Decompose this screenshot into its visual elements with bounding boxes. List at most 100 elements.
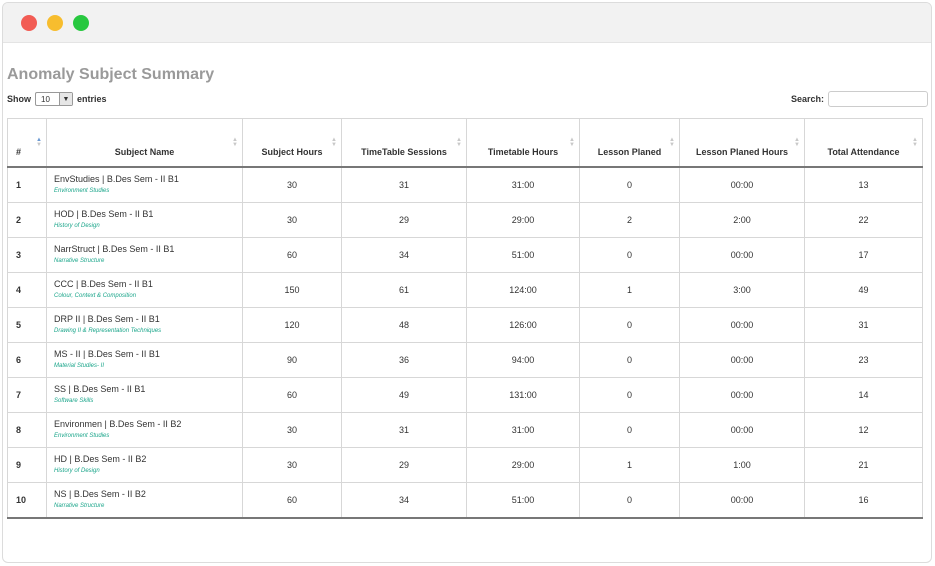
cell-subject-hours: 30 xyxy=(242,412,342,448)
maximize-window-button[interactable] xyxy=(73,15,89,31)
subject-name: HOD | B.Des Sem - II B1 xyxy=(54,208,154,219)
cell-timetable-sessions: 31 xyxy=(341,166,467,203)
subject-full-name: History of Design xyxy=(54,222,100,229)
subject-name: NS | B.Des Sem - II B2 xyxy=(54,488,146,499)
cell-timetable-sessions: 49 xyxy=(341,377,467,413)
cell-lesson-planed: 0 xyxy=(579,307,680,343)
cell-lesson-planed: 0 xyxy=(579,412,680,448)
sort-icon: ▲ ▼ xyxy=(669,136,675,148)
cell-number: 3 xyxy=(7,237,47,273)
cell-number: 10 xyxy=(7,482,47,519)
cell-total-attendance: 31 xyxy=(804,307,923,343)
cell-timetable-hours: 124:00 xyxy=(466,272,580,308)
subject-full-name: Environment Studies xyxy=(54,187,110,194)
cell-timetable-hours: 94:00 xyxy=(466,342,580,378)
cell-subject-hours: 30 xyxy=(242,202,342,238)
cell-subject: EnvStudies | B.Des Sem - II B1 Environmen… xyxy=(46,166,243,203)
subject-full-name: Material Studies- II xyxy=(54,362,105,369)
cell-lesson-planed-hours: 3:00 xyxy=(679,272,805,308)
minimize-window-button[interactable] xyxy=(47,15,63,31)
cell-timetable-hours: 131:00 xyxy=(466,377,580,413)
entries-label: entries xyxy=(77,94,107,104)
cell-lesson-planed: 0 xyxy=(579,237,680,273)
cell-subject-hours: 60 xyxy=(242,482,342,519)
cell-total-attendance: 23 xyxy=(804,342,923,378)
cell-timetable-sessions: 36 xyxy=(341,342,467,378)
cell-timetable-hours: 29:00 xyxy=(466,447,580,483)
subject-name: HD | B.Des Sem - II B2 xyxy=(54,453,147,464)
subject-full-name: Drawing II & Representation Techniques xyxy=(54,327,162,334)
cell-subject-hours: 150 xyxy=(242,272,342,308)
chevron-down-icon[interactable]: ▼ xyxy=(59,93,72,105)
show-label: Show xyxy=(7,94,31,104)
cell-lesson-planed: 0 xyxy=(579,342,680,378)
column-header-subject-name[interactable]: Subject Name ▲ ▼ xyxy=(46,118,243,168)
cell-subject-hours: 30 xyxy=(242,166,342,203)
cell-subject-hours: 30 xyxy=(242,447,342,483)
cell-lesson-planed: 2 xyxy=(579,202,680,238)
subject-full-name: Narrative Structure xyxy=(54,257,105,264)
cell-lesson-planed-hours: 00:00 xyxy=(679,307,805,343)
cell-lesson-planed: 0 xyxy=(579,166,680,203)
column-header-lesson-planed[interactable]: Lesson Planed ▲ ▼ xyxy=(579,118,680,168)
cell-timetable-sessions: 48 xyxy=(341,307,467,343)
length-control: Show 10 ▼ entries xyxy=(7,92,107,106)
cell-number: 7 xyxy=(7,377,47,413)
cell-timetable-hours: 31:00 xyxy=(466,166,580,203)
cell-subject: CCC | B.Des Sem - II B1 Colour, Context &… xyxy=(46,272,243,308)
cell-subject: HD | B.Des Sem - II B2 History of Design xyxy=(46,447,243,483)
search-label: Search: xyxy=(790,94,824,104)
close-window-button[interactable] xyxy=(21,15,37,31)
column-header-lesson-planed-hours[interactable]: Lesson Planed Hours ▲ ▼ xyxy=(679,118,805,168)
table-row: 8 Environmen | B.Des Sem - II B2 Environme… xyxy=(7,412,923,448)
column-header-timetable-hours[interactable]: Timetable Hours ▲ ▼ xyxy=(466,118,580,168)
cell-total-attendance: 14 xyxy=(804,377,923,413)
cell-subject: NarrStruct | B.Des Sem - II B1 Narrative … xyxy=(46,237,243,273)
cell-timetable-sessions: 61 xyxy=(341,272,467,308)
column-header-number[interactable]: # ▲ ▼ xyxy=(7,118,47,168)
cell-subject-hours: 60 xyxy=(242,237,342,273)
entries-per-page-select[interactable]: 10 ▼ xyxy=(35,92,73,106)
cell-lesson-planed-hours: 00:00 xyxy=(679,377,805,413)
cell-subject: NS | B.Des Sem - II B2 Narrative Structur… xyxy=(46,482,243,519)
column-header-timetable-sessions[interactable]: TimeTable Sessions ▲ ▼ xyxy=(341,118,467,168)
cell-number: 8 xyxy=(7,412,47,448)
cell-timetable-hours: 29:00 xyxy=(466,202,580,238)
table-row: 2 HOD | B.Des Sem - II B1 History of Desig… xyxy=(7,202,923,238)
subject-full-name: Narrative Structure xyxy=(54,502,105,509)
search-control: Search: xyxy=(791,91,928,107)
subject-summary-table: # ▲ ▼ Subject Name ▲ ▼ Subject Hours ▲ ▼ Ti… xyxy=(7,118,923,519)
subject-name: Environmen | B.Des Sem - II B2 xyxy=(54,418,182,429)
cell-total-attendance: 22 xyxy=(804,202,923,238)
subject-full-name: Colour, Context & Composition xyxy=(54,292,137,299)
cell-number: 5 xyxy=(7,307,47,343)
cell-lesson-planed-hours: 00:00 xyxy=(679,237,805,273)
table-row: 6 MS - II | B.Des Sem - II B1 Material Stu… xyxy=(7,342,923,378)
table-row: 3 NarrStruct | B.Des Sem - II B1 Narrative… xyxy=(7,237,923,273)
cell-number: 1 xyxy=(7,166,47,203)
subject-name: EnvStudies | B.Des Sem - II B1 xyxy=(54,173,179,184)
cell-timetable-sessions: 31 xyxy=(341,412,467,448)
column-header-total-attendance[interactable]: Total Attendance ▲ ▼ xyxy=(804,118,923,168)
page-title: Anomaly Subject Summary xyxy=(7,66,215,83)
sort-icon: ▲ ▼ xyxy=(569,136,575,148)
window-titlebar xyxy=(3,3,931,43)
cell-subject-hours: 120 xyxy=(242,307,342,343)
column-header-subject-hours[interactable]: Subject Hours ▲ ▼ xyxy=(242,118,342,168)
cell-subject: DRP II | B.Des Sem - II B1 Drawing II & R… xyxy=(46,307,243,343)
cell-subject: SS | B.Des Sem - II B1 Software Skills xyxy=(46,377,243,413)
cell-number: 4 xyxy=(7,272,47,308)
table-row: 9 HD | B.Des Sem - II B2 History of Design… xyxy=(7,447,923,483)
cell-total-attendance: 12 xyxy=(804,412,923,448)
table-body: 1 EnvStudies | B.Des Sem - II B1 Environme… xyxy=(7,166,923,519)
cell-subject-hours: 60 xyxy=(242,377,342,413)
table-row: 10 NS | B.Des Sem - II B2 Narrative Struct… xyxy=(7,482,923,519)
sort-icon: ▲ ▼ xyxy=(331,136,337,148)
cell-total-attendance: 21 xyxy=(804,447,923,483)
search-input[interactable] xyxy=(828,91,928,107)
cell-timetable-hours: 31:00 xyxy=(466,412,580,448)
cell-lesson-planed: 1 xyxy=(579,272,680,308)
entries-per-page-value: 10 xyxy=(41,94,50,104)
cell-number: 6 xyxy=(7,342,47,378)
cell-number: 2 xyxy=(7,202,47,238)
